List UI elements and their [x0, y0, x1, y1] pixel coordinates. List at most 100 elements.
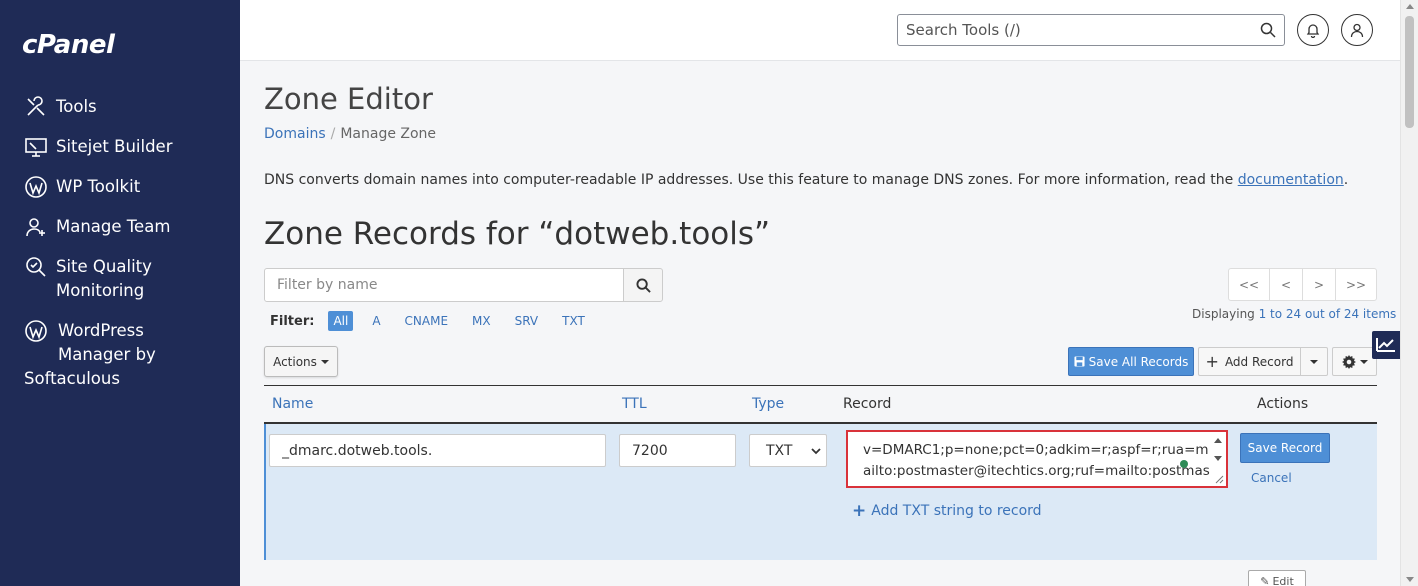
cpanel-logo[interactable]: cPanel	[22, 30, 115, 60]
caret-down-icon	[1310, 359, 1318, 364]
top-header	[240, 0, 1400, 61]
bell-icon	[1306, 23, 1320, 38]
sidebar: cPanel Tools Sitejet Builder WP Toolkit …	[0, 0, 240, 586]
zone-records-title: Zone Records for “dotweb.tools”	[264, 216, 771, 252]
chevron-down-icon	[811, 448, 821, 455]
scroll-up-icon[interactable]	[1214, 438, 1222, 443]
pagination: << < > >>	[1228, 268, 1377, 301]
column-header-ttl[interactable]: TTL	[622, 396, 647, 412]
scroll-down-icon[interactable]	[1214, 456, 1222, 461]
cursor-indicator	[1180, 460, 1188, 468]
column-header-actions: Actions	[1257, 396, 1309, 412]
filter-row: Filter: All A CNAME MX SRV TXT	[270, 311, 604, 331]
sidebar-item-label: WP Toolkit	[56, 177, 141, 196]
actions-label: Actions	[273, 354, 317, 369]
column-header-record: Record	[843, 396, 892, 412]
filter-search-button[interactable]	[623, 268, 663, 302]
sidebar-item-wp-toolkit[interactable]: WP Toolkit	[24, 175, 140, 199]
filter-chip-txt[interactable]: TXT	[557, 311, 590, 331]
analytics-button[interactable]	[1372, 331, 1400, 359]
actions-dropdown-button[interactable]: Actions	[264, 346, 338, 377]
breadcrumb-domains[interactable]: Domains	[264, 126, 326, 142]
chart-trend-icon	[1376, 338, 1395, 352]
sidebar-item-label: Site Quality Monitoring	[56, 257, 152, 300]
sidebar-item-manage-team[interactable]: Manage Team	[24, 215, 170, 239]
breadcrumb-current: Manage Zone	[340, 126, 437, 142]
filter-chip-a[interactable]: A	[367, 311, 385, 331]
filter-chip-all[interactable]: All	[328, 311, 354, 331]
search-input[interactable]	[898, 15, 1238, 45]
user-menu-button[interactable]	[1341, 14, 1373, 46]
sidebar-item-label: Softaculous	[24, 369, 120, 388]
wordpress-icon	[25, 176, 47, 198]
pager-first-button[interactable]: <<	[1229, 269, 1270, 300]
display-range: 1 to 24 out of 24 items	[1258, 307, 1397, 321]
description-text: DNS converts domain names into computer-…	[264, 172, 1238, 188]
plus-icon: +	[1205, 351, 1219, 371]
page-description: DNS converts domain names into computer-…	[264, 172, 1348, 188]
search-box[interactable]	[897, 14, 1285, 46]
column-header-type[interactable]: Type	[752, 396, 784, 412]
save-record-button[interactable]: Save Record	[1240, 433, 1330, 463]
add-record-label: Add Record	[1224, 354, 1294, 369]
cancel-link[interactable]: Cancel	[1251, 471, 1292, 485]
record-name-input[interactable]	[269, 434, 606, 467]
add-record-dropdown-button[interactable]	[1300, 347, 1328, 376]
page-title: Zone Editor	[264, 82, 433, 116]
page-scrollbar[interactable]	[1400, 0, 1418, 586]
sidebar-item-tools[interactable]: Tools	[24, 95, 97, 119]
add-txt-label: Add TXT string to record	[871, 503, 1042, 519]
pager-prev-button[interactable]: <	[1270, 269, 1303, 300]
sidebar-item-label: Sitejet Builder	[56, 137, 173, 156]
edit-record-button[interactable]: ✎ Edit	[1248, 570, 1306, 586]
table-divider	[264, 385, 1377, 386]
column-header-name[interactable]: Name	[272, 396, 313, 412]
save-all-label: Save All Records	[1088, 354, 1189, 369]
record-value-textarea[interactable]: v=DMARC1;p=none;pct=0;adkim=r;aspf=r;rua…	[846, 430, 1228, 488]
record-ttl-input[interactable]	[619, 434, 736, 467]
documentation-link[interactable]: documentation	[1238, 172, 1344, 188]
caret-down-icon	[1359, 359, 1368, 364]
sidebar-item-site-quality[interactable]: Site Quality Monitoring	[24, 255, 152, 303]
sidebar-item-sitejet[interactable]: Sitejet Builder	[24, 135, 172, 159]
filter-chip-cname[interactable]: CNAME	[400, 311, 454, 331]
search-icon[interactable]	[1260, 22, 1276, 38]
filter-by-name-input[interactable]	[264, 268, 624, 302]
breadcrumb-separator: /	[330, 126, 336, 142]
notifications-button[interactable]	[1297, 14, 1329, 46]
pencil-icon: ✎	[1260, 574, 1270, 586]
wordpress-icon	[25, 320, 47, 342]
sidebar-item-wordpress-manager[interactable]: WordPress Manager by	[24, 319, 156, 367]
filter-chip-srv[interactable]: SRV	[510, 311, 544, 331]
user-icon	[1350, 23, 1364, 37]
breadcrumb: Domains / Manage Zone	[264, 126, 436, 142]
scroll-up-icon[interactable]	[1406, 4, 1414, 9]
gear-icon	[1341, 354, 1356, 369]
tools-icon	[27, 96, 45, 116]
save-all-records-button[interactable]: Save All Records	[1068, 347, 1194, 376]
save-icon	[1074, 356, 1085, 367]
record-type-value: TXT	[766, 442, 793, 459]
filter-chip-mx[interactable]: MX	[467, 311, 496, 331]
sidebar-item-label: WordPress Manager by	[58, 319, 156, 367]
pager-next-button[interactable]: >	[1303, 269, 1336, 300]
site-quality-icon	[26, 257, 46, 277]
add-record-button[interactable]: + Add Record	[1198, 347, 1301, 376]
sidebar-item-label: Tools	[56, 97, 97, 116]
team-icon	[26, 218, 45, 237]
record-value-text[interactable]: v=DMARC1;p=none;pct=0;adkim=r;aspf=r;rua…	[853, 436, 1213, 484]
sidebar-item-wordpress-manager-cont[interactable]: Softaculous	[24, 367, 120, 391]
scroll-thumb[interactable]	[1405, 16, 1414, 128]
scroll-down-icon[interactable]	[1406, 577, 1414, 582]
sitejet-icon	[25, 138, 47, 157]
label-line: Manager by	[58, 345, 156, 364]
description-end: .	[1343, 172, 1349, 188]
add-txt-string-link[interactable]: + Add TXT string to record	[852, 501, 1042, 521]
edit-label: Edit	[1272, 574, 1294, 586]
pager-last-button[interactable]: >>	[1336, 269, 1376, 300]
record-type-select[interactable]: TXT	[749, 434, 827, 467]
display-count: Displaying 1 to 24 out of 24 items	[1192, 307, 1396, 321]
resize-handle-icon[interactable]	[1214, 474, 1224, 484]
plus-icon: +	[852, 501, 867, 521]
settings-dropdown-button[interactable]	[1332, 347, 1377, 376]
